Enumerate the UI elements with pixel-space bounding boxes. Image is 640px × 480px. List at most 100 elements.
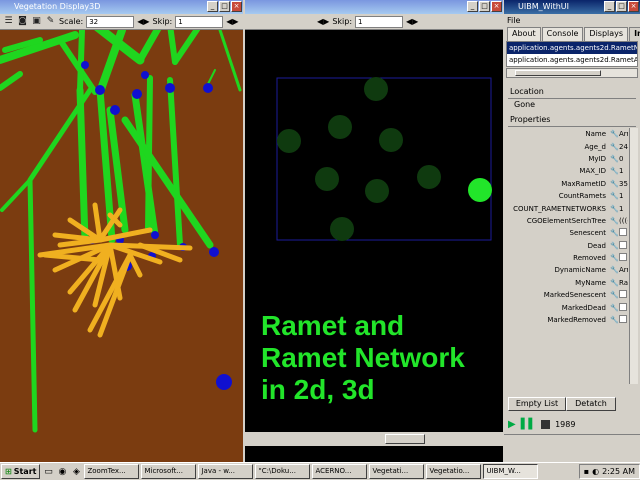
volume-icon[interactable]: ◐ [592, 467, 599, 476]
property-row: MarkedSenescent 🔧 [506, 289, 628, 301]
property-value[interactable]: 242.0 [619, 143, 628, 151]
taskbar-button[interactable]: Microsoft... [141, 464, 197, 479]
taskbar-button[interactable]: Vegetatio... [426, 464, 482, 479]
stop-icon[interactable] [541, 419, 551, 429]
wrench-icon[interactable]: 🔧 [610, 192, 619, 200]
taskbar-button[interactable]: Java - w... [198, 464, 254, 479]
property-checkbox[interactable] [619, 240, 627, 249]
list-item[interactable]: application.agents.agents2d.RametAg [507, 54, 637, 66]
wrench-icon[interactable]: 🔧 [610, 229, 619, 237]
taskbar-button[interactable]: UIBM_W... [483, 464, 539, 479]
property-value[interactable]: Arr_e [619, 266, 628, 274]
wrench-icon[interactable]: 🔧 [610, 254, 619, 262]
wrench-icon[interactable]: 🔧 [610, 205, 619, 213]
pause-icon[interactable]: ▌▌ [521, 419, 536, 430]
property-value[interactable] [619, 240, 628, 251]
property-value[interactable] [619, 253, 628, 263]
scale-input[interactable]: 32 [86, 15, 135, 28]
scroll-thumb[interactable] [515, 70, 601, 76]
minimize-button[interactable]: _ [467, 1, 478, 12]
skip-input[interactable]: 1 [175, 15, 224, 28]
wrench-icon[interactable]: 🔧 [610, 155, 619, 163]
wrench-icon[interactable]: 🔧 [610, 279, 619, 287]
property-value[interactable]: 1 [619, 167, 628, 175]
wrench-icon[interactable]: ✎ [45, 16, 56, 27]
close-button[interactable]: × [628, 1, 639, 12]
property-value[interactable] [619, 315, 628, 325]
detatch-button[interactable]: Detatch [566, 397, 616, 411]
wrench-icon[interactable]: 🔧 [610, 180, 619, 188]
skip-stepper-icon[interactable]: ◀▶ [406, 17, 418, 26]
taskbar-button[interactable]: Vegetati... [369, 464, 425, 479]
close-button[interactable]: × [491, 1, 502, 12]
property-row: MyName 🔧Ram [506, 277, 628, 289]
property-checkbox[interactable] [619, 315, 627, 324]
camera-icon[interactable]: ◙ [17, 16, 28, 27]
property-value[interactable] [619, 302, 628, 313]
property-value[interactable] [619, 290, 628, 300]
browser-quicklaunch-icon[interactable]: ◉ [56, 466, 68, 478]
layers-icon[interactable]: ☰ [3, 16, 14, 27]
taskbar-button[interactable]: ACERNO... [312, 464, 368, 479]
tab-console[interactable]: Console [541, 27, 584, 41]
vegetation-3d-view[interactable] [0, 30, 243, 462]
property-checkbox[interactable] [619, 253, 627, 262]
skip-stepper-icon[interactable]: ◀▶ [226, 17, 238, 26]
windows-logo-icon: ⊞ [5, 467, 12, 476]
scale-stepper-icon[interactable]: ◀▶ [317, 17, 329, 26]
skip-input[interactable]: 1 [355, 15, 404, 28]
play-icon[interactable]: ▶ [508, 419, 516, 430]
property-value[interactable]: (((((((( [619, 217, 628, 225]
wrench-icon[interactable]: 🔧 [610, 316, 619, 324]
wrench-icon[interactable]: 🔧 [610, 266, 619, 274]
property-checkbox[interactable] [619, 302, 627, 311]
tab-about[interactable]: About [507, 27, 541, 41]
wrench-icon[interactable]: 🔧 [610, 167, 619, 175]
start-button[interactable]: ⊞ Start [1, 464, 41, 479]
wrench-icon[interactable]: 🔧 [610, 304, 619, 312]
horizontal-scrollbar[interactable] [245, 432, 503, 446]
language-icon[interactable]: ▪ [584, 467, 589, 476]
wrench-icon[interactable]: 🔧 [610, 291, 619, 299]
property-value[interactable]: 1 [619, 205, 628, 213]
tab-displays[interactable]: Displays [584, 27, 629, 41]
wrench-icon[interactable]: 🔧 [610, 130, 619, 138]
media-quicklaunch-icon[interactable]: ◈ [70, 466, 82, 478]
property-value[interactable]: 0 [619, 155, 628, 163]
location-label: Location [510, 87, 544, 96]
taskbar-button[interactable]: ZoomTex... [84, 464, 140, 479]
scale-stepper-icon[interactable]: ◀▶ [137, 17, 149, 26]
empty-list-button[interactable]: Empty List [508, 397, 566, 411]
property-checkbox[interactable] [619, 228, 627, 237]
window-title-bar[interactable]: Vegetation Display3D _ □ × [0, 0, 243, 14]
list-horizontal-scrollbar[interactable] [506, 68, 638, 78]
window-title-bar[interactable]: _ □ × [245, 0, 503, 14]
wrench-icon[interactable]: 🔧 [610, 143, 619, 151]
properties-section: Properties [506, 114, 638, 127]
close-button[interactable]: × [231, 1, 242, 12]
maximize-button[interactable]: □ [616, 1, 627, 12]
minimize-button[interactable]: _ [207, 1, 218, 12]
desktop-quicklaunch-icon[interactable]: ▭ [42, 466, 54, 478]
maximize-button[interactable]: □ [219, 1, 230, 12]
property-value[interactable] [619, 228, 628, 238]
list-item[interactable]: application.agents.agents2d.RametNe [507, 42, 637, 54]
movie-icon[interactable]: ▣ [31, 16, 42, 27]
property-checkbox[interactable] [619, 290, 627, 299]
maximize-button[interactable]: □ [479, 1, 490, 12]
scroll-thumb[interactable] [385, 434, 425, 444]
window-horizontal-scrollbar[interactable] [504, 434, 640, 446]
property-value[interactable]: 1 [619, 192, 628, 200]
properties-vertical-scrollbar[interactable] [629, 128, 638, 384]
wrench-icon[interactable]: 🔧 [610, 217, 619, 225]
minimize-button[interactable]: _ [604, 1, 615, 12]
menu-file[interactable]: File [507, 16, 520, 25]
window-title-bar[interactable]: UIBM_WithUI _ □ × [504, 0, 640, 14]
property-value[interactable]: 35 [619, 180, 628, 188]
property-value[interactable]: Arr_e [619, 130, 628, 138]
property-row: MAX_ID 🔧 1 [506, 165, 628, 177]
taskbar-button[interactable]: "C:\Doku... [255, 464, 311, 479]
tab-inspectors[interactable]: Ins [629, 27, 640, 41]
property-value[interactable]: Ram [619, 279, 628, 287]
wrench-icon[interactable]: 🔧 [610, 242, 619, 250]
